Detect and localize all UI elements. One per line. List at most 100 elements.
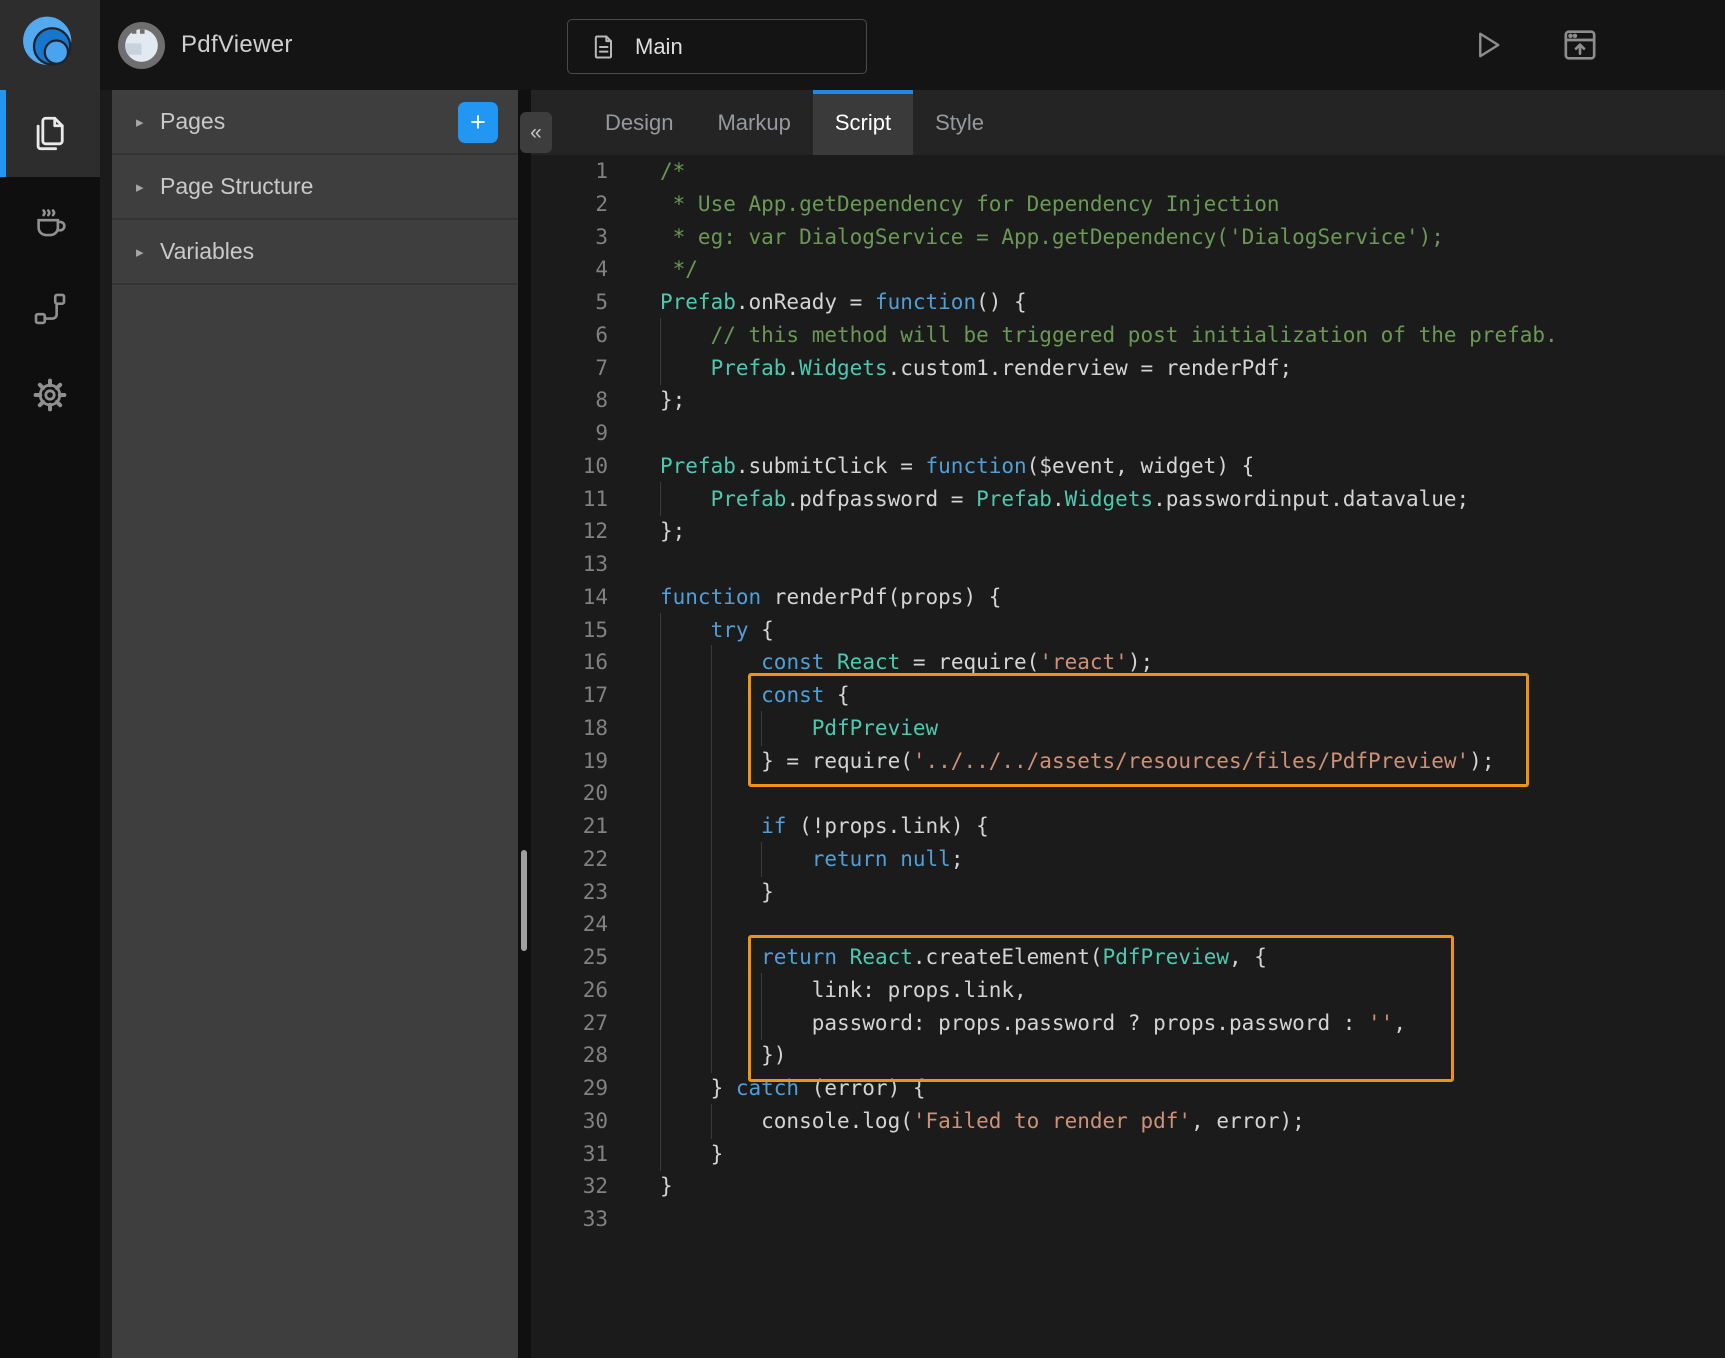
code-line-text: } <box>660 1170 673 1203</box>
line-number: 27 <box>531 1007 608 1040</box>
code-line-text: }; <box>660 515 685 548</box>
indent-guide <box>660 645 661 680</box>
indent-guide <box>711 875 712 910</box>
code-line-text: }; <box>660 384 685 417</box>
code-line[interactable]: 24 <box>531 908 1725 941</box>
code-line[interactable]: 6 // this method will be triggered post … <box>531 319 1725 352</box>
pages-panel: ▸ Pages + ▸ Page Structure ▸ Variables <box>112 90 518 1358</box>
code-line[interactable]: 13 <box>531 548 1725 581</box>
line-number: 11 <box>531 483 608 516</box>
run-preview-button[interactable] <box>1465 23 1509 67</box>
code-line[interactable]: 11 Prefab.pdfpassword = Prefab.Widgets.p… <box>531 483 1725 516</box>
panel-editor-divider <box>518 90 531 1358</box>
code-line[interactable]: 20 <box>531 777 1725 810</box>
indent-guide <box>660 1104 661 1139</box>
code-line[interactable]: 25 return React.createElement(PdfPreview… <box>531 941 1725 974</box>
section-label: Variables <box>160 238 254 265</box>
line-number: 16 <box>531 646 608 679</box>
code-line-text: // this method will be triggered post in… <box>660 319 1558 352</box>
publish-window-icon <box>1560 25 1600 65</box>
panel-scrollbar-thumb[interactable] <box>521 850 527 951</box>
indent-guide <box>711 809 712 844</box>
code-line[interactable]: 17 const { <box>531 679 1725 712</box>
line-number: 5 <box>531 286 608 319</box>
code-line[interactable]: 27 password: props.password ? props.pass… <box>531 1007 1725 1040</box>
section-page-structure[interactable]: ▸ Page Structure <box>112 155 518 220</box>
code-line[interactable]: 14function renderPdf(props) { <box>531 581 1725 614</box>
code-line-text: * Use App.getDependency for Dependency I… <box>660 188 1280 221</box>
code-line[interactable]: 29 } catch (error) { <box>531 1072 1725 1105</box>
tab-style[interactable]: Style <box>913 90 1006 155</box>
code-line[interactable]: 22 return null; <box>531 843 1725 876</box>
code-editor[interactable]: 1/*2 * Use App.getDependency for Depende… <box>531 155 1725 1358</box>
code-line[interactable]: 32} <box>531 1170 1725 1203</box>
code-line[interactable]: 10 Prefab.submitClick = function($event, … <box>531 450 1725 483</box>
section-variables[interactable]: ▸ Variables <box>112 220 518 285</box>
add-page-button[interactable]: + <box>458 102 498 143</box>
code-line[interactable]: 21 if (!props.link) { <box>531 810 1725 843</box>
code-line-text: password: props.password ? props.passwor… <box>660 1007 1406 1040</box>
tab-script[interactable]: Script <box>813 90 913 155</box>
project-brand: PdfViewer <box>118 0 293 90</box>
indent-guide <box>660 776 661 811</box>
code-line[interactable]: 19 } = require('../../../assets/resource… <box>531 745 1725 778</box>
line-number: 31 <box>531 1138 608 1171</box>
publish-button[interactable] <box>1558 23 1602 67</box>
line-number: 10 <box>531 450 608 483</box>
indent-guide <box>711 940 712 975</box>
code-line-text: Prefab.submitClick = function($event, wi… <box>660 450 1254 483</box>
code-line[interactable]: 33 <box>531 1203 1725 1236</box>
code-line[interactable]: 1/* <box>531 155 1725 188</box>
code-line[interactable]: 30 console.log('Failed to render pdf', e… <box>531 1105 1725 1138</box>
line-number: 21 <box>531 810 608 843</box>
tab-markup[interactable]: Markup <box>695 90 812 155</box>
gear-icon <box>29 373 71 417</box>
code-line[interactable]: 28 }) <box>531 1039 1725 1072</box>
code-line-text: PdfPreview <box>660 712 938 745</box>
section-pages[interactable]: ▸ Pages + <box>112 90 518 155</box>
indent-guide <box>660 1137 661 1172</box>
code-line-text: return React.createElement(PdfPreview, { <box>660 941 1267 974</box>
collapse-panel-button[interactable]: « <box>520 112 552 153</box>
code-line-text: if (!props.link) { <box>660 810 989 843</box>
indent-guide <box>711 1006 712 1041</box>
rail-item-settings[interactable] <box>0 351 100 438</box>
code-line-text: */ <box>660 253 698 286</box>
code-line[interactable]: 31 } <box>531 1138 1725 1171</box>
indent-guide <box>711 1038 712 1073</box>
code-line[interactable]: 23 } <box>531 876 1725 909</box>
rail-item-java-services[interactable] <box>0 177 100 264</box>
rail-item-pages[interactable] <box>0 90 100 177</box>
code-line[interactable]: 7 Prefab.Widgets.custom1.renderview = re… <box>531 352 1725 385</box>
code-line[interactable]: 8}; <box>531 384 1725 417</box>
code-line[interactable]: 15 try { <box>531 614 1725 647</box>
code-line[interactable]: 3 * eg: var DialogService = App.getDepen… <box>531 221 1725 254</box>
code-line[interactable]: 9 <box>531 417 1725 450</box>
line-number: 19 <box>531 745 608 778</box>
code-line[interactable]: 18 PdfPreview <box>531 712 1725 745</box>
indent-guide <box>660 907 661 942</box>
code-line[interactable]: 4 */ <box>531 253 1725 286</box>
indent-guide <box>711 1104 712 1139</box>
code-line[interactable]: 5Prefab.onReady = function() { <box>531 286 1725 319</box>
line-number: 3 <box>531 221 608 254</box>
line-number: 30 <box>531 1105 608 1138</box>
document-icon <box>590 32 618 62</box>
wavemaker-wave-icon <box>16 11 84 79</box>
line-number: 2 <box>531 188 608 221</box>
code-line[interactable]: 16 const React = require('react'); <box>531 646 1725 679</box>
indent-guide <box>660 1006 661 1041</box>
code-line[interactable]: 12}; <box>531 515 1725 548</box>
code-line[interactable]: 26 link: props.link, <box>531 974 1725 1007</box>
page-selector[interactable]: Main <box>567 19 867 74</box>
rail-item-bindings[interactable] <box>0 264 100 351</box>
line-number: 9 <box>531 417 608 450</box>
code-line[interactable]: 2 * Use App.getDependency for Dependency… <box>531 188 1725 221</box>
line-number: 13 <box>531 548 608 581</box>
brand-logo[interactable] <box>0 0 100 90</box>
play-icon <box>1469 26 1505 64</box>
indent-guide <box>660 318 661 353</box>
tab-design[interactable]: Design <box>583 90 695 155</box>
indent-guide <box>761 1006 762 1041</box>
code-line-text: } catch (error) { <box>660 1072 926 1105</box>
